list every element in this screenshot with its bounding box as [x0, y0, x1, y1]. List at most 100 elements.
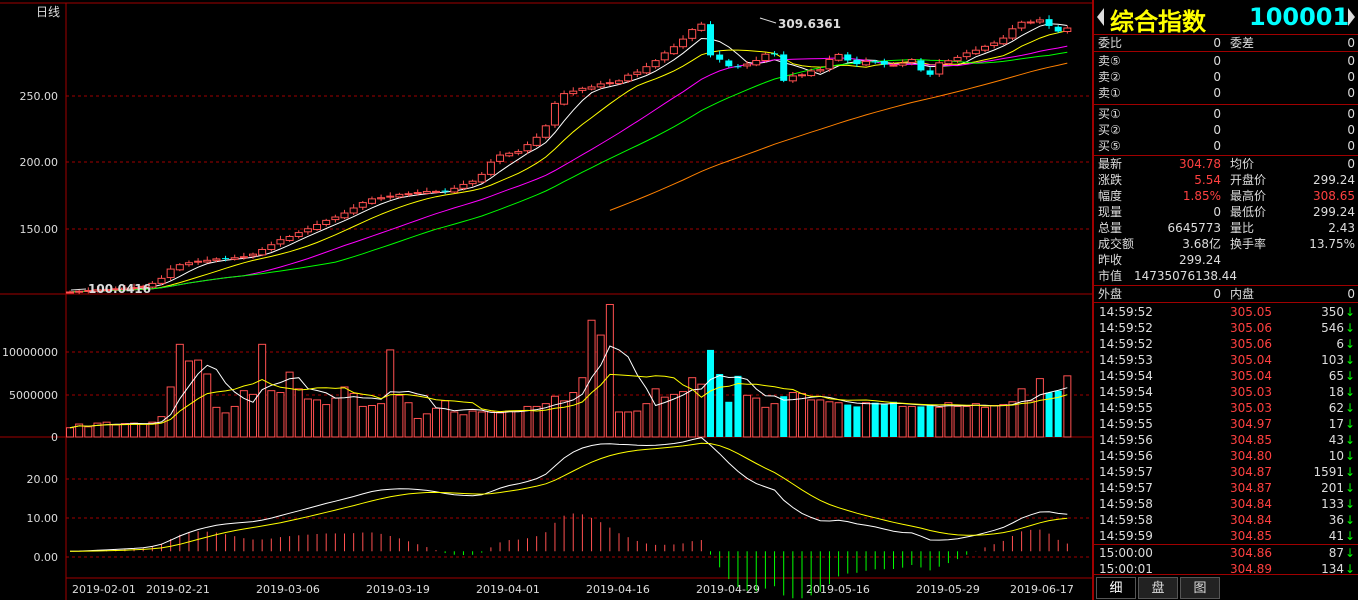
- volume-bar: [358, 405, 367, 438]
- tick-time: 14:59:52: [1099, 321, 1153, 335]
- volume-tick-label: 5000000: [9, 389, 58, 402]
- quote-row: 现量 0 最低价 299.24: [1094, 204, 1358, 220]
- candle-body: [853, 59, 861, 65]
- tick-time: 14:59:58: [1099, 513, 1153, 527]
- candle-body: [660, 52, 669, 61]
- volume-bar: [212, 406, 221, 438]
- candle-body: [716, 54, 724, 60]
- quote-label: 最新: [1098, 157, 1123, 171]
- volume-bar: [844, 404, 852, 437]
- prev-arrow-icon[interactable]: [1097, 8, 1104, 26]
- down-arrow-icon: ↓: [1344, 305, 1355, 319]
- buy-volume: 0: [1347, 107, 1355, 121]
- tick-time: 14:59:57: [1099, 465, 1153, 479]
- down-arrow-icon: ↓: [1344, 497, 1355, 511]
- quote-label2: 最低价: [1230, 205, 1267, 219]
- candle-body: [66, 291, 74, 294]
- tick-price: 305.04: [1230, 353, 1272, 367]
- volume-bar: [1063, 375, 1072, 438]
- period-label: 日线: [36, 5, 60, 19]
- down-arrow-icon: ↓: [1344, 465, 1355, 479]
- candle-body: [971, 49, 980, 55]
- tick-row: 14:59:57 304.87 201 ↓: [1094, 480, 1358, 496]
- volume-bar: [962, 405, 971, 438]
- quote-value2: 0: [1347, 157, 1355, 171]
- volume-bar: [267, 390, 276, 438]
- buy-label: 买②: [1098, 123, 1121, 137]
- volume-bar: [679, 391, 688, 438]
- price-tick-label: 200.00: [20, 156, 59, 169]
- volume-bar: [688, 377, 697, 438]
- candle-body: [349, 207, 358, 214]
- tick-price: 305.05: [1230, 305, 1272, 319]
- candle-body: [468, 180, 477, 185]
- tick-row: 14:59:58 304.84 133 ↓: [1094, 496, 1358, 512]
- sell-volume: 0: [1347, 86, 1355, 100]
- down-arrow-icon: ↓: [1344, 401, 1355, 415]
- volume-tick-label: 10000000: [2, 346, 58, 359]
- title-row: 综合指数 100001: [1094, 0, 1358, 36]
- index-code: 100001: [1249, 3, 1350, 31]
- volume-bar: [1017, 388, 1026, 438]
- volume-bar: [871, 402, 879, 437]
- candle-body: [313, 223, 322, 231]
- candle-body: [184, 262, 193, 266]
- candle-body: [898, 62, 907, 66]
- buy-row: 买① 0 0: [1094, 106, 1358, 122]
- volume-bar: [898, 405, 907, 438]
- tick-time: 14:59:53: [1099, 353, 1153, 367]
- candle-body: [688, 29, 697, 39]
- volume-bar: [944, 402, 953, 438]
- next-arrow-icon[interactable]: [1348, 8, 1355, 26]
- tick-row: 14:59:58 304.84 36 ↓: [1094, 512, 1358, 528]
- candle-body: [880, 61, 888, 65]
- candle-body: [203, 259, 212, 263]
- candle-body: [505, 152, 514, 157]
- buy-price: 0: [1213, 139, 1221, 153]
- candle-body: [862, 60, 871, 66]
- quote-value2: 299.24: [1313, 173, 1355, 187]
- tick-volume: 201: [1321, 481, 1344, 495]
- tab-chart[interactable]: 图: [1180, 577, 1220, 599]
- candle-body: [514, 151, 523, 154]
- volume-bar: [514, 410, 523, 438]
- down-arrow-icon: ↓: [1344, 369, 1355, 383]
- candle-body: [386, 195, 395, 198]
- volume-bar: [642, 403, 651, 438]
- volume-bar: [578, 377, 587, 438]
- quote-label: 市值: [1098, 269, 1123, 283]
- candle-body: [679, 38, 688, 48]
- volume-bar: [971, 403, 980, 438]
- volume-bar: [477, 411, 486, 438]
- tab-orderbook[interactable]: 盘: [1138, 577, 1178, 599]
- down-arrow-icon: ↓: [1344, 353, 1355, 367]
- quote-row: 昨收 299.24: [1094, 252, 1358, 268]
- quote-value2: 308.65: [1313, 189, 1355, 203]
- candle-body: [1026, 21, 1035, 24]
- quote-label: 成交额: [1098, 237, 1135, 251]
- candle-body: [258, 248, 267, 256]
- down-arrow-icon: ↓: [1344, 449, 1355, 463]
- down-arrow-icon: ↓: [1344, 337, 1355, 351]
- sell-label: 卖①: [1098, 86, 1121, 100]
- tab-detail[interactable]: 细: [1096, 577, 1136, 599]
- volume-bar: [853, 406, 861, 437]
- volume-bar: [615, 411, 623, 438]
- sell-row: 卖① 0 0: [1094, 85, 1358, 101]
- tick-list: 14:59:52 305.05 350 ↓ 14:59:52 305.06 546 ↓ 14…: [1094, 303, 1358, 577]
- outer-inner-row: 外盘 0 内盘 0: [1094, 286, 1358, 302]
- candle-body: [175, 264, 184, 271]
- quote-label2: 量比: [1230, 221, 1255, 235]
- volume-bar: [166, 386, 175, 438]
- candle-body: [944, 60, 953, 65]
- date-tick-label: 2019-04-01: [476, 583, 540, 596]
- tick-price: 304.87: [1230, 481, 1272, 495]
- volume-bar: [780, 396, 788, 437]
- tick-price: 305.06: [1230, 321, 1272, 335]
- volume-bar: [84, 426, 93, 438]
- stock-chart[interactable]: 日线 250.00 200.00 150.00 10000000 5000000…: [0, 0, 1092, 600]
- candle-body: [642, 66, 651, 74]
- tick-volume: 133: [1321, 497, 1344, 511]
- candle-body: [285, 235, 294, 241]
- down-arrow-icon: ↓: [1344, 433, 1355, 447]
